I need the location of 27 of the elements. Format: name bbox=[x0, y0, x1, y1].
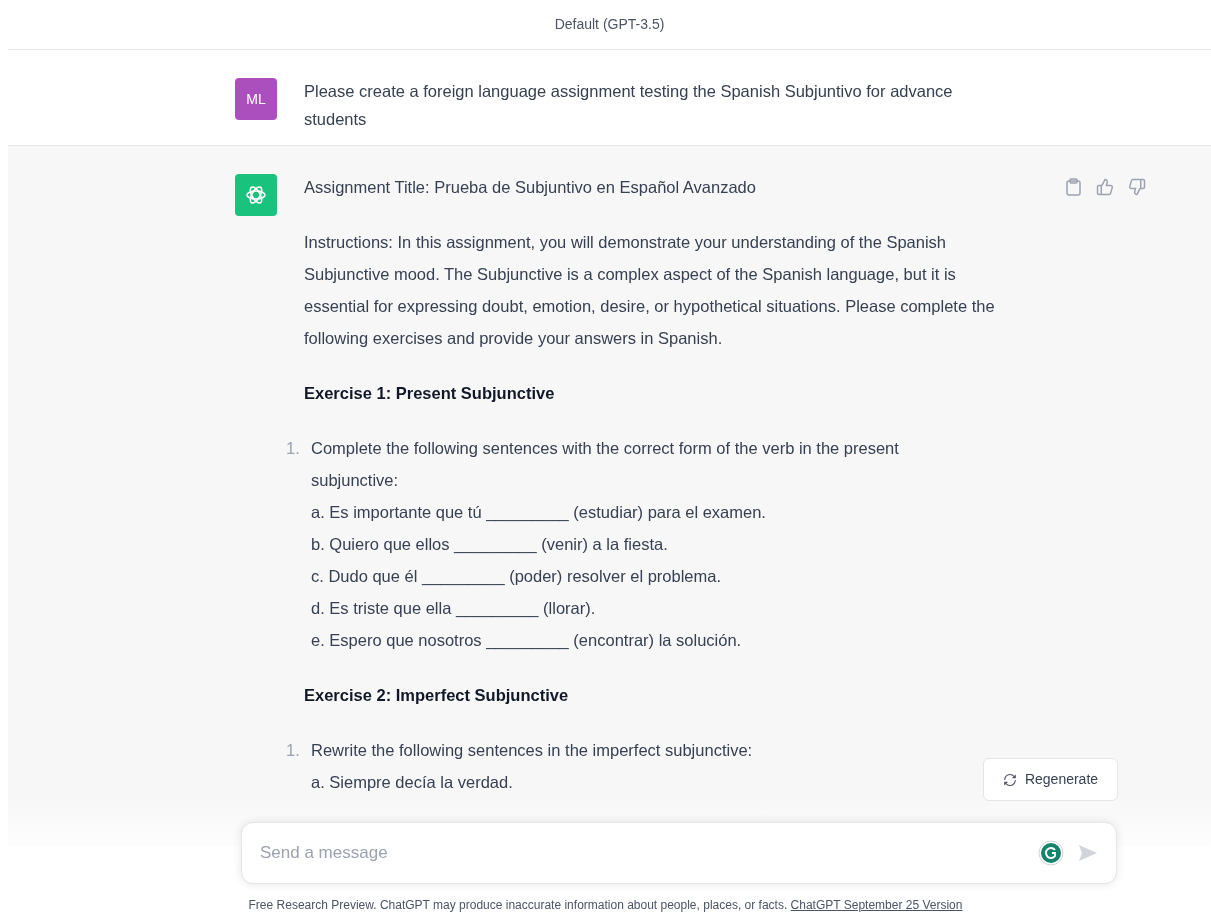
message-text: Assignment Title: Prueba de Subjuntivo en Español Avanzado bbox=[304, 177, 757, 198]
clipboard-icon[interactable] bbox=[1065, 178, 1082, 196]
thumbs-down-icon[interactable] bbox=[1128, 178, 1146, 196]
message-text: Instructions: In this assignment, you will demonstrate your understanding of the Spanish Subjunctive mood. The Subjunctive is a complex aspect of the Spanish language, but it is essential for expressing doubt, emotion, desire, or hypothetical situations. Please complete the following exercises and provide your answers in Spanish. bbox=[304, 232, 996, 349]
exercise-sentence: c. Dudo que él _________ (poder) resolver el problema. bbox=[311, 566, 722, 588]
message-input[interactable]: Send a message bbox=[260, 840, 1038, 866]
message-text: Please create a foreign language assignment testing the Spanish Subjuntivo for advance students bbox=[304, 81, 954, 130]
thumbs-up-icon[interactable] bbox=[1096, 178, 1114, 196]
list-number: 1. bbox=[286, 740, 301, 761]
exercise-sentence: b. Quiero que ellos _________ (venir) a la fiesta. bbox=[311, 534, 669, 556]
list-text: Complete the following sentences with the correct form of the verb in the present subjunctive: bbox=[311, 438, 900, 491]
exercise-heading: Exercise 2: Imperfect Subjunctive bbox=[304, 685, 570, 706]
exercise-sentence: a. Es importante que tú _________ (estudiar) para el examen. bbox=[311, 502, 767, 524]
user-avatar: ML bbox=[235, 78, 277, 120]
version-link[interactable]: ChatGPT September 25 Version bbox=[790, 898, 963, 912]
exercise-sentence: a. Siempre decía la verdad. bbox=[311, 772, 514, 793]
list-text: Rewrite the following sentences in the imperfect subjunctive: bbox=[311, 740, 754, 761]
disclaimer-text: Free Research Preview. ChatGPT may produce inaccurate information about people, places, or facts. ChatGPT September 25 Version bbox=[248, 897, 963, 914]
list-number: 1. bbox=[286, 438, 301, 459]
refresh-icon bbox=[1002, 772, 1017, 787]
exercise-sentence: d. Es triste que ella _________ (llorar). bbox=[311, 598, 597, 620]
send-icon[interactable] bbox=[1078, 844, 1098, 862]
exercise-sentence: e. Espero que nosotros _________ (encontrar) la solución. bbox=[311, 630, 743, 652]
regenerate-button[interactable]: Regenerate bbox=[983, 758, 1118, 801]
model-title: Default (GPT-3.5) bbox=[554, 15, 665, 34]
message-field[interactable]: Send a message bbox=[241, 822, 1117, 884]
exercise-heading: Exercise 1: Present Subjunctive bbox=[304, 383, 556, 404]
